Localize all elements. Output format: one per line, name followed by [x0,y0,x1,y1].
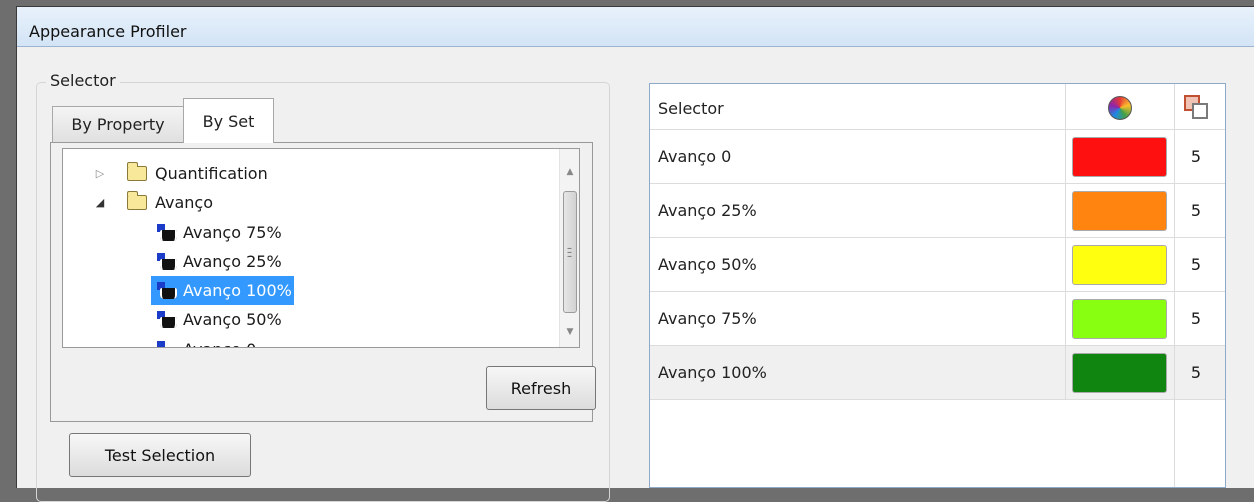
grip-icon: – – – [567,243,572,262]
window-title: Appearance Profiler [29,22,187,41]
scroll-down-icon[interactable]: ▼ [560,327,579,337]
row-selector-name: Avanço 100% [658,363,767,382]
tree-item-avanco-0[interactable]: Avanço 0 [157,335,256,347]
selection-set-icon [157,281,179,300]
transparency-value[interactable]: 5 [1184,201,1208,220]
transparency-value[interactable]: 5 [1184,255,1208,274]
color-swatch[interactable] [1072,245,1167,285]
selection-set-icon [157,252,179,271]
selector-group-label: Selector [46,71,120,90]
selection-set-icon [157,310,179,329]
tree-item-avanco-25[interactable]: Avanço 25% [157,247,282,276]
row-selector-name: Avanço 75% [658,309,757,328]
color-wheel-icon [1108,96,1132,120]
scroll-up-icon[interactable]: ▲ [560,167,579,177]
color-swatch[interactable] [1072,137,1167,177]
test-selection-button[interactable]: Test Selection [69,433,251,477]
layers-icon [1184,95,1210,121]
tree-item-label: Avanço 25% [183,252,282,271]
selection-set-icon [157,223,179,242]
tree-item-label: Avanço 50% [183,310,282,329]
column-divider [1174,84,1175,487]
tree-item-label: Avanço 100% [183,281,292,300]
row-selector-name: Avanço 25% [658,201,757,220]
tree-item-avanco-100[interactable]: Avanço 100% [151,276,294,305]
selection-set-icon [157,340,179,347]
table-header: Selector [650,84,1225,130]
row-selector-name: Avanço 50% [658,255,757,274]
appearance-table: Selector Avanço 0 5 Avanço 25% 5 Avanço … [649,83,1226,488]
expand-arrow-icon[interactable]: ▷ [93,167,107,180]
table-row[interactable]: Avanço 25% 5 [650,184,1225,238]
transparency-value[interactable]: 5 [1184,363,1208,382]
row-selector-name: Avanço 0 [658,147,732,166]
transparency-value[interactable]: 5 [1184,309,1208,328]
folder-icon [127,191,147,210]
selection-sets-tree[interactable]: ▷ Quantification ◢ Avanço Avanço 75% Ava… [62,148,580,348]
table-row[interactable]: Avanço 100% 5 [650,346,1225,400]
tree-scrollbar[interactable]: ▲ – – – ▼ [559,149,579,347]
tree-item-label: Avanço 0 [183,340,256,347]
tree-item-label: Avanço 75% [183,223,282,242]
column-header-selector[interactable]: Selector [658,99,724,118]
color-swatch[interactable] [1072,299,1167,339]
tree-item-avanco-50[interactable]: Avanço 50% [157,305,282,334]
tree-item-avanco-75[interactable]: Avanço 75% [157,218,282,247]
table-row[interactable]: Avanço 50% 5 [650,238,1225,292]
refresh-button[interactable]: Refresh [486,366,596,410]
folder-icon [127,162,147,181]
tree-item-label: Quantification [155,164,268,183]
column-divider [1065,84,1066,400]
color-swatch[interactable] [1072,191,1167,231]
collapse-arrow-icon[interactable]: ◢ [93,196,107,209]
tree-item-avanco[interactable]: ◢ Avanço [93,188,213,217]
title-bar: Appearance Profiler [17,7,1254,47]
color-swatch[interactable] [1072,353,1167,393]
tree-item-label: Avanço [155,193,214,212]
table-row[interactable]: Avanço 0 5 [650,130,1225,184]
tab-by-property[interactable]: By Property [52,106,184,142]
table-row[interactable]: Avanço 75% 5 [650,292,1225,346]
tree-item-quantification[interactable]: ▷ Quantification [93,159,268,188]
tab-by-set[interactable]: By Set [183,98,274,143]
scrollbar-thumb[interactable]: – – – [563,191,577,313]
transparency-value[interactable]: 5 [1184,147,1208,166]
